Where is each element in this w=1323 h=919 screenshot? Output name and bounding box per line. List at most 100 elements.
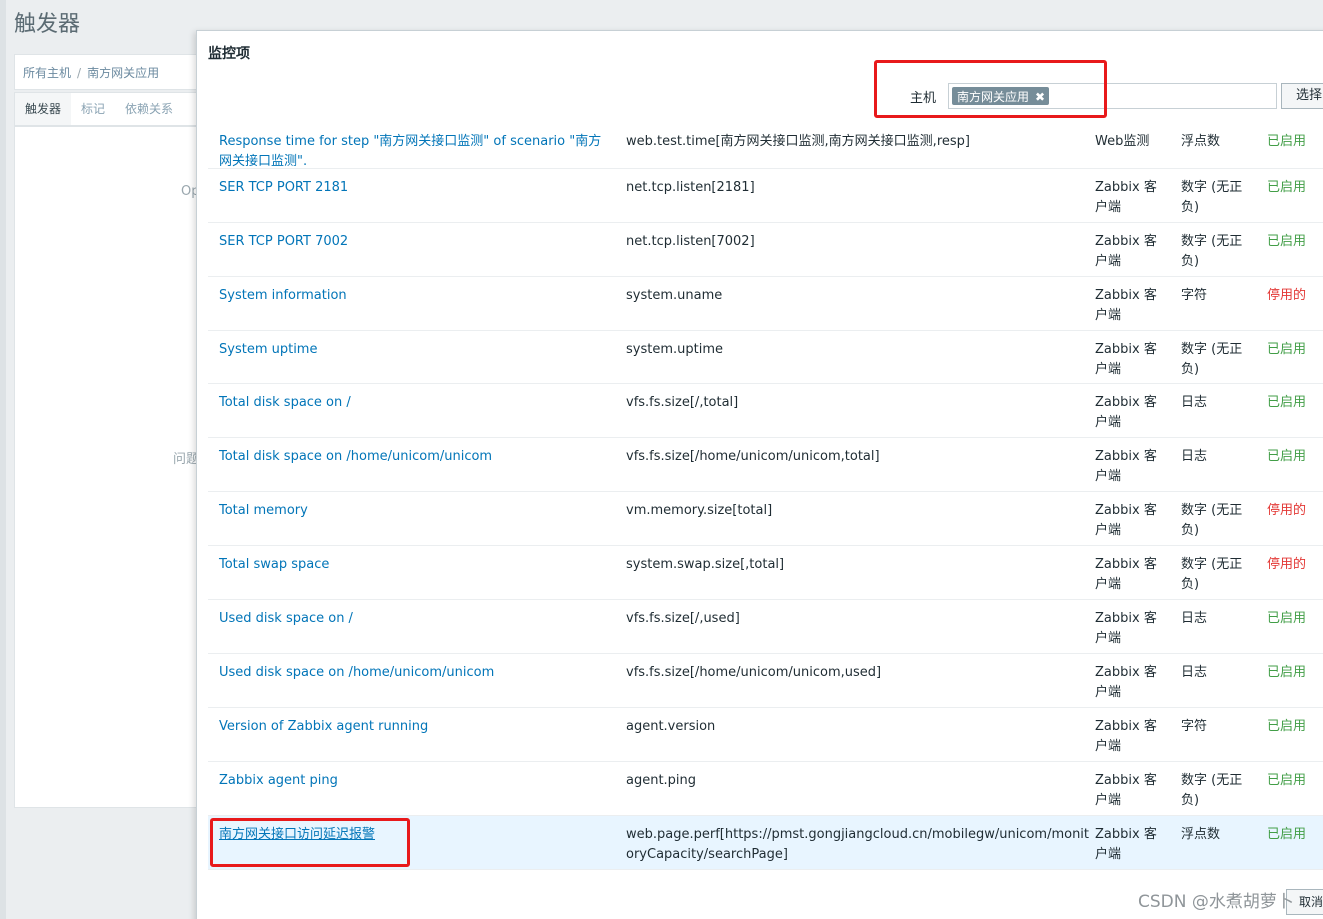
item-value-type: 浮点数 (1181, 827, 1221, 842)
table-row: Total disk space on / vfs.fs.size[/,total… (208, 384, 1323, 438)
item-key: system.uptime (626, 342, 723, 357)
item-status: 已启用 (1267, 395, 1307, 410)
breadcrumb-all-hosts[interactable]: 所有主机 (23, 66, 71, 80)
dialog-title: 监控项 (208, 46, 250, 62)
item-key: vfs.fs.size[/,used] (626, 611, 740, 626)
item-type: Zabbix 客户端 (1095, 395, 1157, 430)
remove-chip-icon[interactable]: ✖ (1035, 90, 1045, 104)
item-name-link[interactable]: Used disk space on / (219, 609, 609, 629)
table-row: Version of Zabbix agent running agent.ver… (208, 708, 1323, 762)
left-edge-strip (0, 0, 6, 919)
table-row: 南方网关接口访问延迟报警 web.page.perf[https://pmst.g… (208, 816, 1323, 870)
item-key: net.tcp.listen[2181] (626, 180, 755, 195)
item-value-type: 日志 (1181, 395, 1208, 410)
item-value-type: 日志 (1181, 665, 1208, 680)
item-type: Zabbix 客户端 (1095, 449, 1157, 484)
items-dialog: 监控项 主机 南方网关应用 ✖ 选择 Response time for step… (196, 30, 1323, 919)
item-key: system.swap.size[,total] (626, 557, 785, 572)
item-status: 已启用 (1267, 449, 1307, 464)
item-name-link[interactable]: Total disk space on / (219, 393, 609, 413)
item-status: 已启用 (1267, 134, 1307, 149)
item-name-link[interactable]: SER TCP PORT 2181 (219, 178, 609, 198)
item-value-type: 字符 (1181, 719, 1208, 734)
item-key: vfs.fs.size[/home/unicom/unicom,used] (626, 665, 882, 680)
breadcrumb-host[interactable]: 南方网关应用 (87, 66, 159, 80)
item-key: system.uname (626, 288, 723, 303)
item-status: 已启用 (1267, 719, 1307, 734)
item-name-link[interactable]: System information (219, 286, 609, 306)
table-row: Used disk space on / vfs.fs.size[/,used] Z… (208, 600, 1323, 654)
item-name-link[interactable]: Response time for step "南方网关接口监测" of sce… (219, 132, 609, 172)
item-status: 已启用 (1267, 342, 1307, 357)
item-type: Zabbix 客户端 (1095, 503, 1157, 538)
item-key: vm.memory.size[total] (626, 503, 773, 518)
item-value-type: 日志 (1181, 449, 1208, 464)
table-row: Total disk space on /home/unicom/unicom v… (208, 438, 1323, 492)
table-row: System information system.uname Zabbix 客户端… (208, 277, 1323, 331)
item-type: Zabbix 客户端 (1095, 827, 1157, 862)
item-key: agent.ping (626, 773, 697, 788)
watermark: CSDN @水煮胡萝卜 (1138, 892, 1294, 912)
item-type: Zabbix 客户端 (1095, 288, 1157, 323)
table-row: SER TCP PORT 7002 net.tcp.listen[7002] Zab… (208, 223, 1323, 277)
item-name-link[interactable]: Total swap space (219, 555, 609, 575)
item-status: 停用的 (1267, 557, 1307, 572)
item-key: vfs.fs.size[/,total] (626, 395, 739, 410)
item-status: 已启用 (1267, 611, 1307, 626)
item-type: Zabbix 客户端 (1095, 665, 1157, 700)
item-key: net.tcp.listen[7002] (626, 234, 755, 249)
item-name-link[interactable]: 南方网关接口访问延迟报警 (219, 825, 609, 845)
item-name-link[interactable]: Total memory (219, 501, 609, 521)
item-type: Zabbix 客户端 (1095, 234, 1157, 269)
tab-bar: 触发器 标记 依赖关系 (14, 92, 214, 126)
item-value-type: 数字 (无正负) (1181, 773, 1243, 808)
item-name-link[interactable]: Version of Zabbix agent running (219, 717, 609, 737)
item-value-type: 字符 (1181, 288, 1208, 303)
item-type: Zabbix 客户端 (1095, 611, 1157, 646)
item-value-type: 浮点数 (1181, 134, 1221, 149)
select-host-button[interactable]: 选择 (1281, 83, 1323, 109)
host-chip: 南方网关应用 ✖ (952, 87, 1050, 105)
item-value-type: 数字 (无正负) (1181, 503, 1243, 538)
table-row: Response time for step "南方网关接口监测" of sce… (208, 123, 1323, 169)
table-row: SER TCP PORT 2181 net.tcp.listen[2181] Zab… (208, 169, 1323, 223)
item-value-type: 日志 (1181, 611, 1208, 626)
table-row: Used disk space on /home/unicom/unicom vf… (208, 654, 1323, 708)
item-type: Zabbix 客户端 (1095, 180, 1157, 215)
item-value-type: 数字 (无正负) (1181, 180, 1243, 215)
item-key: agent.version (626, 719, 716, 734)
item-status: 已启用 (1267, 180, 1307, 195)
item-status: 停用的 (1267, 503, 1307, 518)
tab-tags[interactable]: 标记 (71, 93, 115, 125)
item-type: Zabbix 客户端 (1095, 773, 1157, 808)
item-name-link[interactable]: Used disk space on /home/unicom/unicom (219, 663, 609, 683)
host-filter-input[interactable]: 南方网关应用 ✖ (948, 83, 1277, 109)
item-type: Zabbix 客户端 (1095, 557, 1157, 592)
item-name-link[interactable]: Zabbix agent ping (219, 771, 609, 791)
item-key: web.test.time[南方网关接口监测,南方网关接口监测,resp] (626, 134, 970, 149)
item-status: 已启用 (1267, 773, 1307, 788)
item-key: vfs.fs.size[/home/unicom/unicom,total] (626, 449, 880, 464)
table-row: Total swap space system.swap.size[,total]… (208, 546, 1323, 600)
item-status: 已启用 (1267, 234, 1307, 249)
page-title: 触发器 (14, 12, 81, 37)
item-status: 停用的 (1267, 288, 1307, 303)
item-name-link[interactable]: Total disk space on /home/unicom/unicom (219, 447, 609, 467)
tab-dependencies[interactable]: 依赖关系 (115, 93, 183, 125)
items-table: Response time for step "南方网关接口监测" of sce… (208, 123, 1323, 870)
table-row: System uptime system.uptime Zabbix 客户端 数字 (… (208, 331, 1323, 384)
item-status: 已启用 (1267, 665, 1307, 680)
table-row: Total memory vm.memory.size[total] Zabbix … (208, 492, 1323, 546)
trigger-form-panel (14, 126, 214, 808)
item-value-type: 数字 (无正负) (1181, 342, 1243, 377)
breadcrumb: 所有主机 / 南方网关应用 (14, 54, 214, 90)
host-filter-label: 主机 (910, 91, 937, 106)
item-type: Zabbix 客户端 (1095, 719, 1157, 754)
tab-triggers[interactable]: 触发器 (15, 93, 72, 125)
item-name-link[interactable]: SER TCP PORT 7002 (219, 232, 609, 252)
item-value-type: 数字 (无正负) (1181, 557, 1243, 592)
table-row: Zabbix agent ping agent.ping Zabbix 客户端 数字 … (208, 762, 1323, 816)
item-status: 已启用 (1267, 827, 1307, 842)
item-name-link[interactable]: System uptime (219, 340, 609, 360)
item-key: web.page.perf[https://pmst.gongjiangclou… (626, 827, 1090, 862)
